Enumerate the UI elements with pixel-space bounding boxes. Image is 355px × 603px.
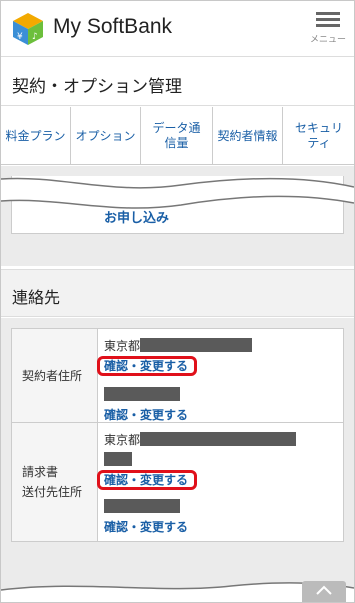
row-body: 東京都 確認・変更する 確認・変更する (97, 329, 343, 424)
redacted-address (140, 338, 253, 352)
softbank-logo-icon[interactable]: ¥ ♪ (11, 11, 45, 47)
contractor-address-change-link[interactable]: 確認・変更する (97, 355, 198, 376)
tab-data-usage[interactable]: データ通信量 (141, 107, 213, 164)
tab-security[interactable]: セキュリティ (283, 107, 354, 164)
address-prefix: 東京都 (104, 432, 141, 447)
hamburger-icon (316, 12, 340, 15)
redacted-address (140, 432, 297, 446)
svg-text:♪: ♪ (32, 32, 38, 42)
table-row: 契約者住所 東京都 確認・変更する 確認・変更する (12, 329, 343, 423)
tab-bar: 料金プラン オプション データ通信量 契約者情報 セキュリティ (1, 107, 354, 165)
row-label: 契約者住所 (12, 329, 98, 422)
tab-plan[interactable]: 料金プラン (1, 107, 71, 164)
row-label-line2: 送付先住所 (22, 485, 83, 499)
hamburger-icon-bar (316, 18, 340, 21)
address-line: 東京都 (104, 429, 343, 449)
section-title: 連絡先 (12, 288, 61, 307)
redacted-address (104, 498, 180, 513)
menu-label: メニュー (309, 35, 346, 45)
site-header: ¥ ♪ My SoftBank メニュー (1, 1, 354, 57)
tab-contractor-info[interactable]: 契約者情報 (213, 107, 283, 164)
contact-table: 契約者住所 東京都 確認・変更する 確認・変更する 請求書 送付先住所 東京都 … (11, 328, 344, 542)
address-line (104, 496, 343, 516)
contact-table-area: 契約者住所 東京都 確認・変更する 確認・変更する 請求書 送付先住所 東京都 … (1, 318, 354, 602)
app-frame: ¥ ♪ My SoftBank メニュー 契約・オプション管理 料金プラン オプ… (0, 0, 355, 603)
torn-edge (1, 177, 354, 209)
contact-section-header: 連絡先 (1, 269, 354, 317)
redacted-address (104, 386, 180, 401)
billing-address-change-link[interactable]: 確認・変更する (97, 469, 198, 490)
redacted-address (104, 452, 132, 466)
address-prefix: 東京都 (104, 338, 141, 353)
hamburger-icon-bar (316, 24, 340, 27)
address-line: 東京都 (104, 335, 343, 355)
menu-button[interactable]: メニュー (308, 9, 348, 51)
address-line (104, 449, 343, 469)
row-label: 請求書 送付先住所 (12, 423, 98, 541)
table-row: 請求書 送付先住所 東京都 確認・変更する 確認・変更する (12, 423, 343, 541)
tab-option[interactable]: オプション (71, 107, 141, 164)
address-line (104, 384, 343, 404)
row-body: 東京都 確認・変更する 確認・変更する (97, 423, 343, 541)
page-title: 契約・オプション管理 (12, 77, 182, 97)
chevron-up-icon (316, 585, 332, 595)
billing-address-change-link-secondary[interactable]: 確認・変更する (104, 516, 188, 536)
contractor-address-change-link-secondary[interactable]: 確認・変更する (104, 404, 188, 424)
scroll-to-top-button[interactable] (302, 581, 346, 602)
svg-text:¥: ¥ (17, 32, 23, 42)
page-title-bar: 契約・オプション管理 (1, 58, 354, 106)
brand-title[interactable]: My SoftBank (53, 15, 172, 39)
row-label-line1: 請求書 (22, 465, 59, 479)
